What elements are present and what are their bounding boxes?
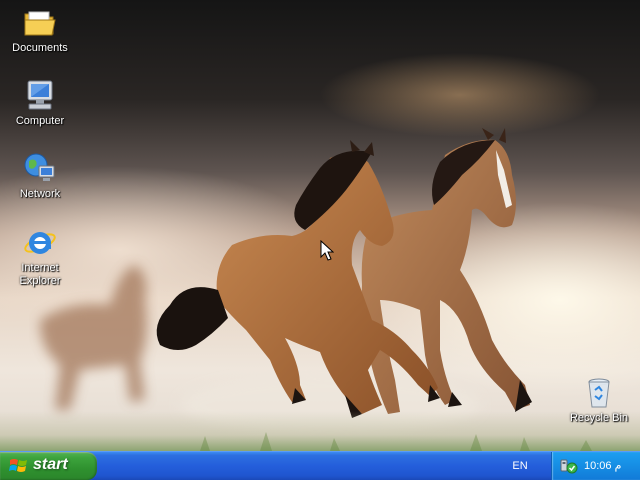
computer-icon (27, 80, 53, 110)
desktop-icon-computer[interactable]: Computer (2, 79, 78, 128)
start-label: start (33, 456, 68, 473)
language-indicator[interactable]: EN (506, 458, 534, 474)
desktop-icon-documents[interactable]: Documents (2, 6, 78, 55)
ground-overlay (0, 411, 640, 451)
desktop-icon-label: Documents (12, 42, 68, 54)
wallpaper-horses-icon (40, 128, 592, 451)
desktop-icon-recycle-bin[interactable]: Recycle Bin (561, 376, 637, 425)
windows-logo-icon (9, 459, 27, 472)
taskbar: start EN 10:06 م (0, 451, 640, 480)
desktop[interactable]: Documents Computer Network Internet Expl… (0, 0, 640, 451)
desktop-icon-label: Computer (15, 115, 65, 127)
start-button[interactable]: start (0, 452, 97, 480)
safely-remove-hardware-icon[interactable] (560, 458, 578, 474)
system-tray: 10:06 م (551, 452, 640, 480)
mouse-pointer-icon (320, 240, 334, 261)
recycle-bin-icon (588, 378, 610, 408)
desktop-icon-network[interactable]: Network (2, 152, 78, 201)
desktop-icon-label: Network (19, 188, 61, 200)
desktop-icon-label: Internet Explorer (19, 262, 61, 287)
desktop-icon-label: Recycle Bin (569, 412, 629, 424)
network-icon (24, 153, 55, 181)
desktop-icon-internet-explorer[interactable]: Internet Explorer (2, 226, 78, 288)
internet-explorer-icon (24, 232, 56, 254)
clock[interactable]: 10:06 م (584, 458, 621, 474)
folder-icon (24, 11, 56, 36)
